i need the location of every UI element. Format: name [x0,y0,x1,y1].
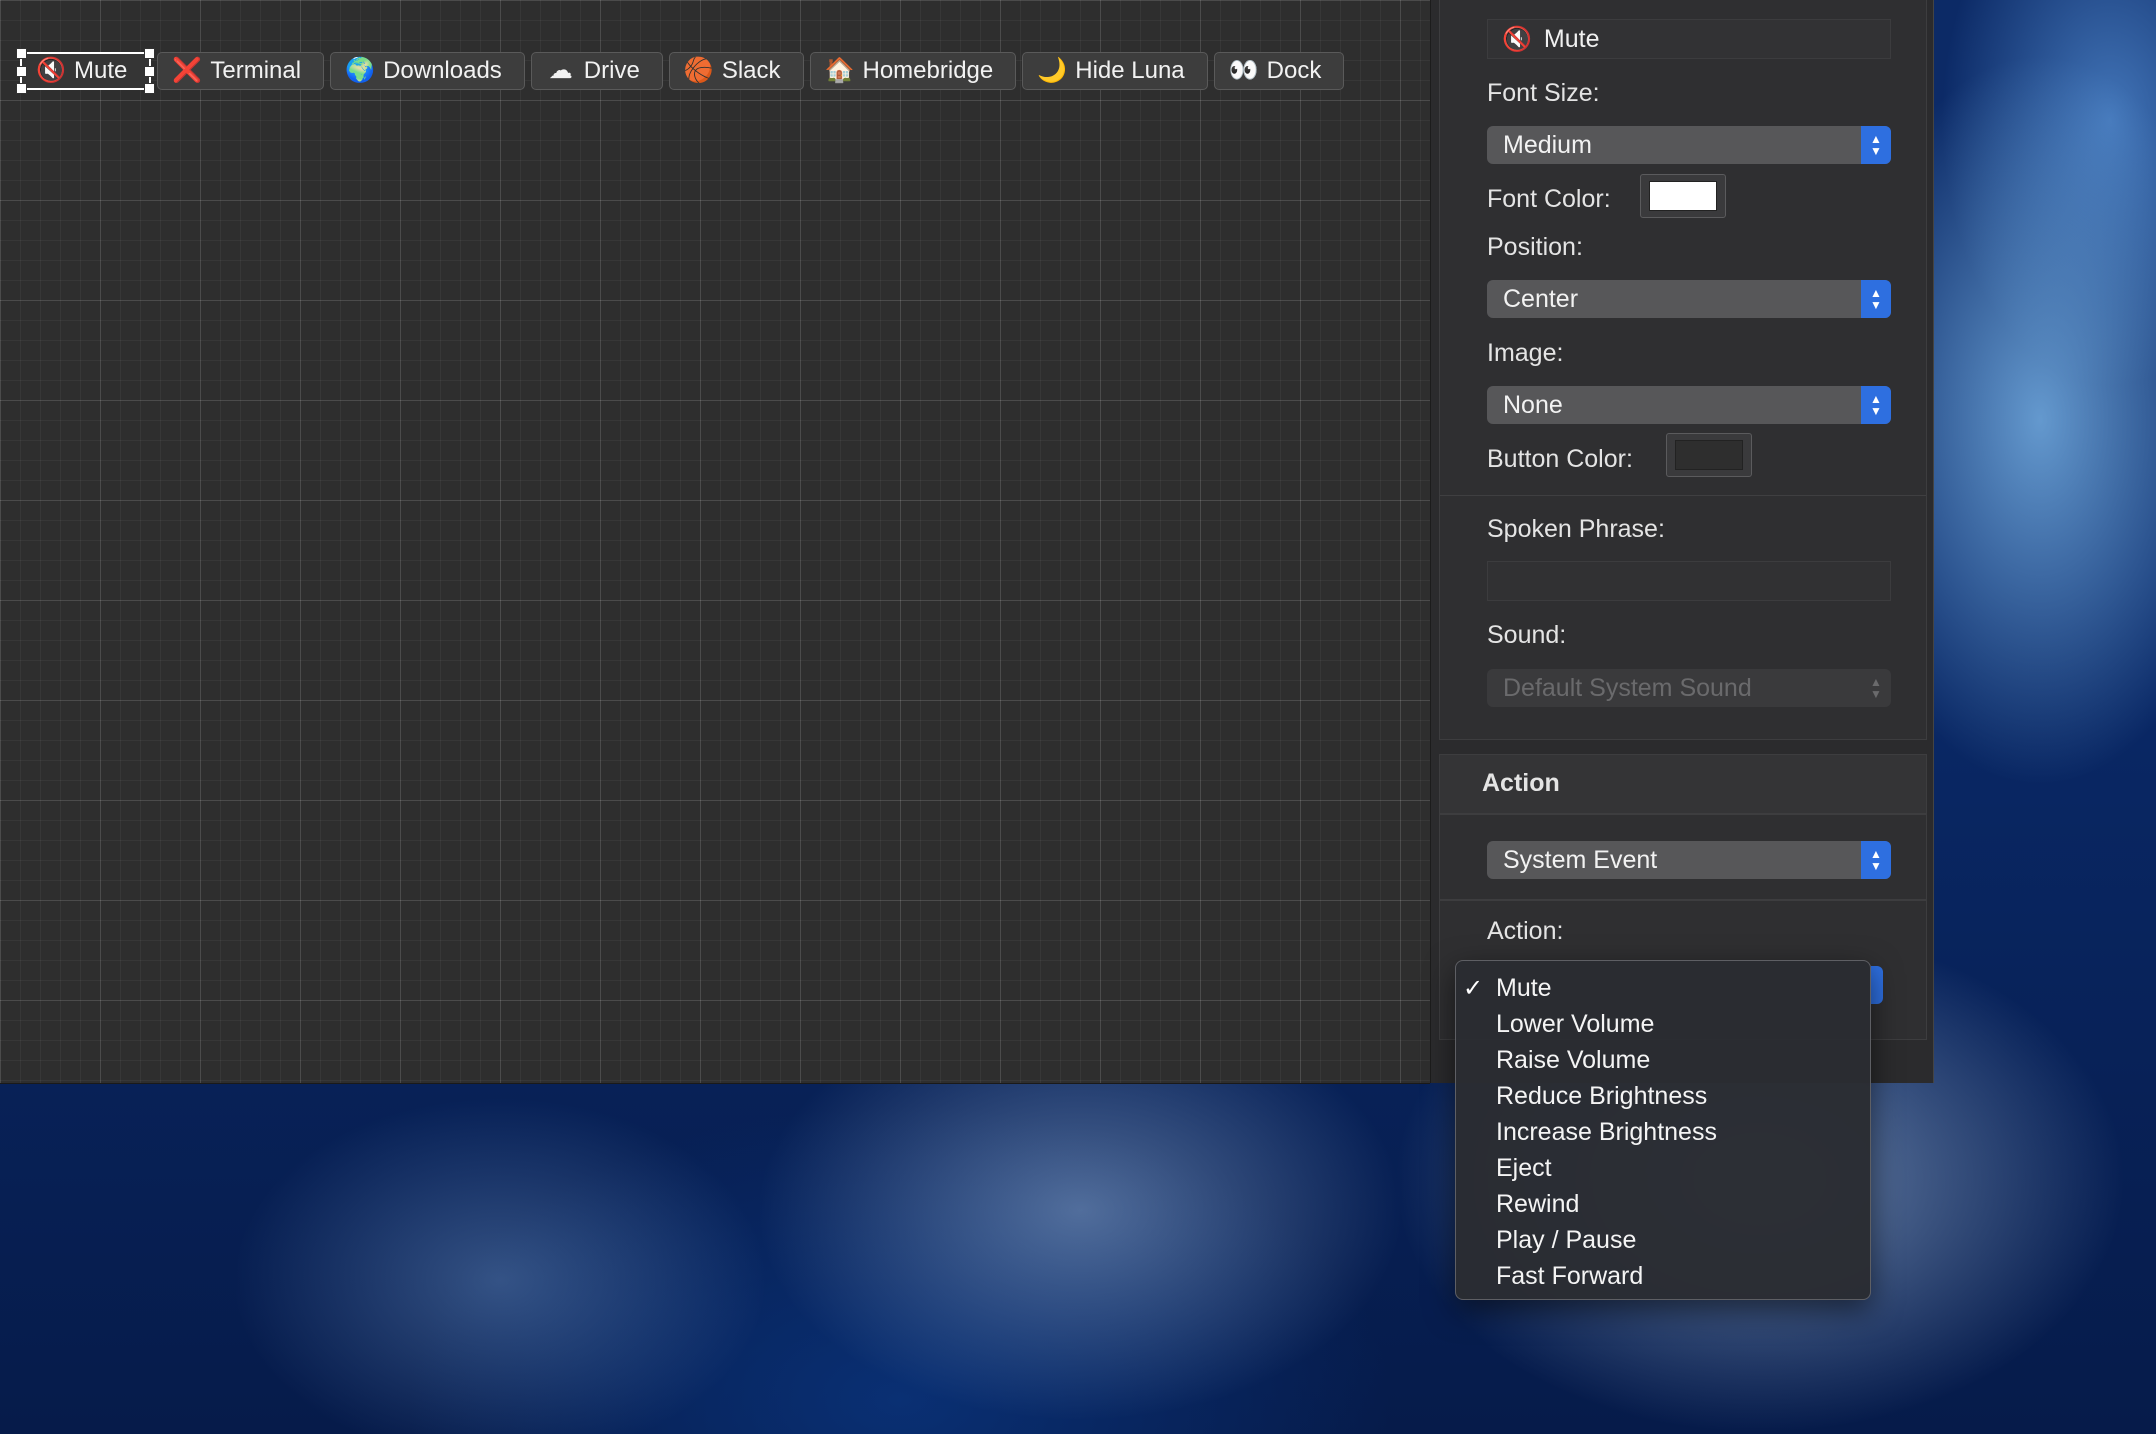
touchbar-button-label: Hide Luna [1075,57,1185,84]
up-down-chevron-icon: ▲ ▼ [1861,280,1891,318]
menu-item-label: Raise Volume [1496,1045,1651,1074]
touchbar-button-label: Homebridge [862,57,994,84]
title-field-value: Mute [1543,24,1600,53]
desktop: 🔇 Mute ❌ Terminal 🌍 Downloads ☁ Drive 🏀 Slack 🏠 Hom… [0,0,2156,1434]
menu-item-label: Lower Volume [1496,1009,1655,1038]
image-label: Image: [1487,339,1564,367]
up-down-chevron-icon: ▲ ▼ [1861,386,1891,424]
action-section-title: Action [1482,769,1560,797]
position-label: Position: [1487,233,1583,261]
menu-item-label: Increase Brightness [1496,1117,1717,1146]
resize-handle[interactable] [16,83,27,94]
touchbar-button-label: Dock [1266,57,1322,84]
globe-icon: 🌍 [345,57,376,84]
red-x-icon: ❌ [172,57,203,84]
touchbar-button-slack[interactable]: 🏀 Slack [668,52,804,90]
font-color-label: Font Color: [1487,185,1611,213]
menu-item-label: Reduce Brightness [1496,1081,1708,1110]
muted-speaker-icon: 🔇 [36,57,66,84]
action-type-select[interactable]: System Event ▲ ▼ [1487,841,1891,879]
touchbar-preview: 🔇 Mute ❌ Terminal 🌍 Downloads ☁ Drive 🏀 Slack 🏠 Hom… [16,48,1345,94]
menu-item-label: Mute [1496,973,1552,1002]
font-size-select[interactable]: Medium ▲ ▼ [1487,126,1891,164]
button-color-label: Button Color: [1487,445,1633,473]
font-size-value: Medium [1503,130,1592,159]
menu-item-label: Eject [1496,1153,1552,1182]
font-size-label: Font Size: [1487,79,1600,107]
menu-item-rewind[interactable]: Rewind [1456,1186,1870,1222]
menu-item-label: Play / Pause [1496,1225,1637,1254]
action-popup-menu: ✓ Mute Lower Volume Raise Volume Reduce Brig… [1455,960,1871,1300]
sound-value: Default System Sound [1503,673,1752,702]
menu-item-mute[interactable]: ✓ Mute [1456,970,1870,1006]
checkmark-icon: ✓ [1463,974,1484,1002]
menu-item-label: Rewind [1496,1189,1580,1218]
spoken-phrase-input[interactable] [1487,561,1891,601]
menu-item-raise-volume[interactable]: Raise Volume [1456,1042,1870,1078]
action-label: Action: [1487,917,1564,945]
menu-item-eject[interactable]: Eject [1456,1150,1870,1186]
position-select[interactable]: Center ▲ ▼ [1487,280,1891,318]
title-field[interactable]: 🔇 Mute [1487,19,1891,59]
resize-handle[interactable] [16,66,27,77]
spoken-phrase-label: Spoken Phrase: [1487,515,1665,543]
touchbar-button-label: Mute [74,57,128,84]
menu-item-increase-brightness[interactable]: Increase Brightness [1456,1114,1870,1150]
sound-label: Sound: [1487,621,1567,649]
up-down-chevron-icon: ▲ ▼ [1870,675,1882,701]
touchbar-button-hide-luna[interactable]: 🌙 Hide Luna [1022,52,1208,90]
action-type-section: System Event ▲ ▼ [1439,814,1927,900]
menu-item-label: Fast Forward [1496,1261,1644,1290]
sound-select[interactable]: Default System Sound ▲ ▼ [1487,669,1891,707]
resize-handle[interactable] [144,48,156,59]
menu-item-play-pause[interactable]: Play / Pause [1456,1222,1870,1258]
position-value: Center [1503,284,1579,313]
muted-speaker-icon: 🔇 [1502,25,1532,53]
image-select[interactable]: None ▲ ▼ [1487,386,1891,424]
action-select-edge[interactable] [1871,966,1883,1004]
menu-item-fast-forward[interactable]: Fast Forward [1456,1258,1870,1294]
moon-icon: 🌙 [1037,57,1068,84]
basketball-icon: 🏀 [683,57,714,84]
resize-handle[interactable] [144,83,156,94]
touchbar-button-terminal[interactable]: ❌ Terminal [157,52,325,90]
up-down-chevron-icon: ▲ ▼ [1861,126,1891,164]
touchbar-button-dock[interactable]: 👀 Dock [1213,52,1345,90]
inspector-panel: 🔇 Mute Font Size: Medium ▲ ▼ Font Color: … [1430,0,1934,1083]
button-color-well[interactable] [1666,433,1752,477]
touchbar-button-homebridge[interactable]: 🏠 Homebridge [809,52,1017,90]
up-down-chevron-icon: ▲ ▼ [1861,841,1891,879]
editor-canvas[interactable]: 🔇 Mute ❌ Terminal 🌍 Downloads ☁ Drive 🏀 Slack 🏠 Hom… [0,0,1430,1084]
font-color-swatch [1649,181,1717,211]
touchbar-button-label: Slack [721,57,781,84]
touchbar-button-label: Terminal [210,57,302,84]
touchbar-button-downloads[interactable]: 🌍 Downloads [330,52,525,90]
house-icon: 🏠 [824,57,855,84]
menu-item-reduce-brightness[interactable]: Reduce Brightness [1456,1078,1870,1114]
touchbar-button-label: Downloads [383,57,502,84]
eyes-icon: 👀 [1228,57,1259,84]
menu-item-lower-volume[interactable]: Lower Volume [1456,1006,1870,1042]
font-color-well[interactable] [1640,174,1726,218]
touchbar-button-drive[interactable]: ☁ Drive [530,52,663,90]
action-section-header: Action [1439,754,1927,814]
resize-handle[interactable] [144,66,156,77]
action-type-value: System Event [1503,845,1658,874]
image-value: None [1503,390,1563,419]
button-color-swatch [1675,440,1743,470]
touchbar-button-mute[interactable]: 🔇 Mute [16,48,156,94]
divider [1440,495,1926,496]
resize-handle[interactable] [16,48,27,59]
cloud-icon: ☁ [548,57,573,84]
appearance-section: 🔇 Mute Font Size: Medium ▲ ▼ Font Color: … [1439,0,1927,740]
touchbar-button-label: Drive [583,57,640,84]
